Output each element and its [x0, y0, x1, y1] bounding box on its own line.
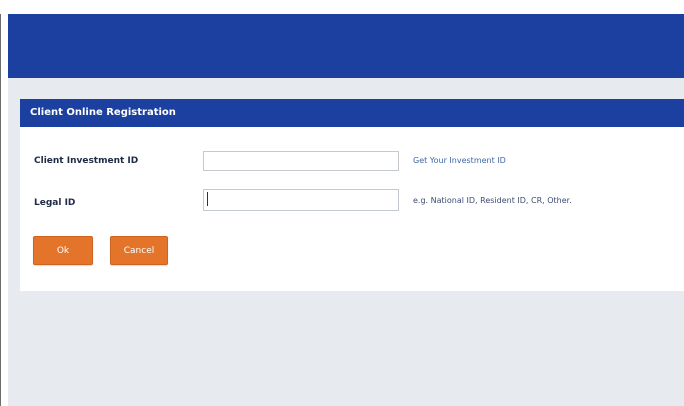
ok-button[interactable]: Ok [33, 236, 93, 265]
client-investment-id-input[interactable] [203, 151, 399, 171]
client-investment-id-label: Client Investment ID [34, 156, 139, 166]
panel-header: Client Online Registration [20, 99, 684, 127]
screen: Client Online Registration Client Invest… [0, 0, 684, 406]
legal-id-input[interactable] [203, 189, 399, 211]
text-cursor [207, 192, 208, 206]
cancel-button[interactable]: Cancel [110, 236, 168, 265]
legal-id-hint: e.g. National ID, Resident ID, CR, Other… [413, 196, 572, 205]
legal-id-label: Legal ID [34, 198, 76, 208]
get-investment-id-link[interactable]: Get Your Investment ID [413, 156, 506, 165]
registration-panel: Client Online Registration Client Invest… [20, 99, 684, 291]
panel-title: Client Online Registration [30, 107, 176, 118]
window-edge [0, 14, 1, 406]
app-header-bar [8, 14, 684, 78]
